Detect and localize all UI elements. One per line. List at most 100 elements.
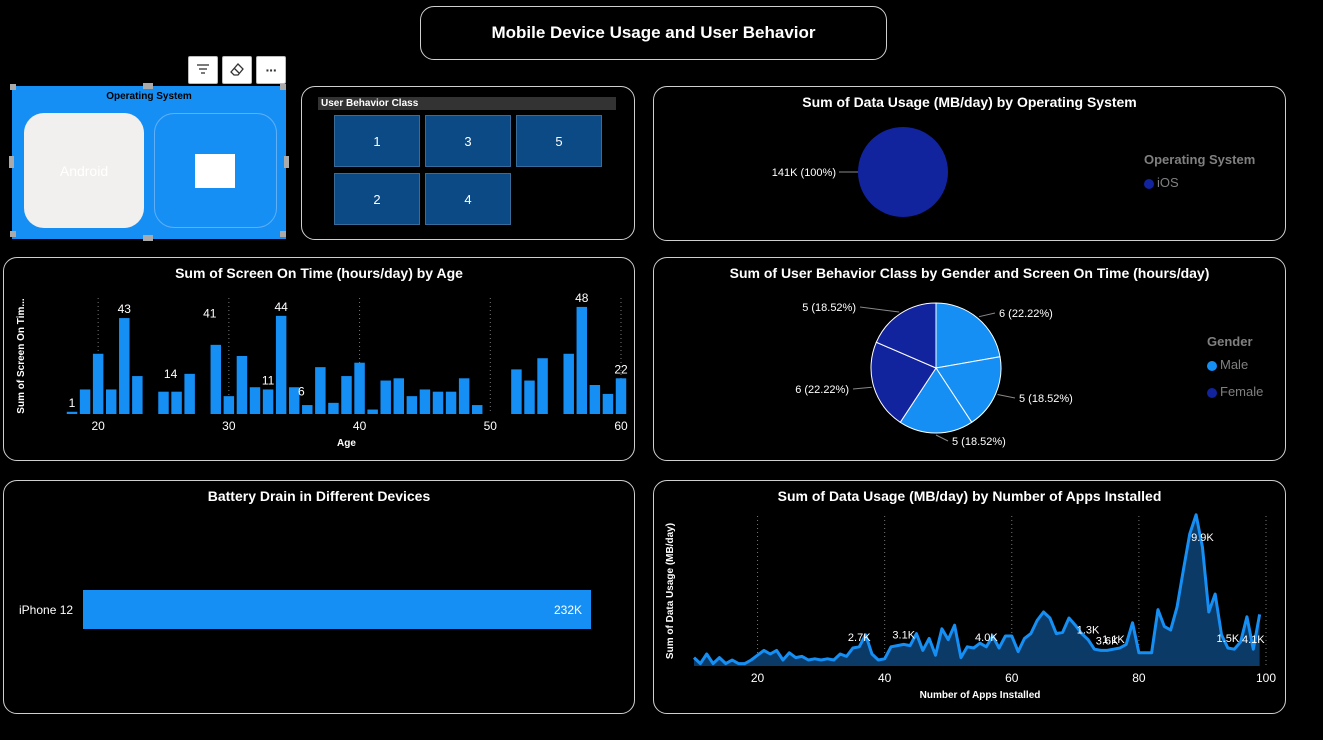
apps-area-chart: 20 40 60 80 1002.7K 3.1K 4.0K1.3K3.6K1.1K9.9K1…: [665, 513, 1276, 701]
data-label: 44: [274, 300, 288, 314]
data-label: 232K: [554, 603, 582, 617]
bar[interactable]: [537, 358, 548, 414]
bar[interactable]: [249, 387, 261, 414]
bar[interactable]: [66, 411, 78, 414]
bar[interactable]: [563, 353, 574, 414]
behavior-option-label: 4: [464, 191, 472, 207]
data-label: 1.5K: [1217, 633, 1240, 645]
os-option-android[interactable]: Android: [24, 113, 144, 228]
bar[interactable]: [315, 367, 326, 414]
filter-icon: [196, 62, 210, 78]
behavior-slicer-card: User Behavior Class 1 3 5 2 4: [301, 86, 635, 240]
x-axis-title: Age: [337, 438, 356, 449]
legend-item-ios[interactable]: iOS: [1144, 175, 1179, 190]
bar[interactable]: [132, 376, 143, 414]
legend-item-female[interactable]: Female: [1207, 384, 1263, 399]
bar[interactable]: [210, 344, 222, 414]
data-label: 6 (22.22%): [795, 384, 849, 396]
bar[interactable]: [328, 402, 339, 414]
behavior-slicer-title: User Behavior Class: [321, 98, 419, 109]
bar[interactable]: [223, 396, 235, 414]
behavior-option-1[interactable]: 1: [334, 115, 420, 167]
filter-button[interactable]: [188, 56, 218, 84]
bar[interactable]: [171, 391, 182, 414]
os-slicer: Operating System Android: [9, 83, 289, 241]
bar[interactable]: [354, 362, 365, 414]
behavior-option-label: 5: [555, 133, 563, 149]
resize-handle[interactable]: [143, 235, 153, 241]
legend-label: Male: [1220, 357, 1249, 372]
behavior-option-label: 3: [464, 133, 472, 149]
bar[interactable]: [419, 389, 431, 414]
x-tick-label: 60: [1005, 671, 1019, 685]
bar[interactable]: [79, 389, 91, 414]
more-options-button[interactable]: ···: [256, 56, 286, 84]
behavior-option-5[interactable]: 5: [516, 115, 602, 167]
bar[interactable]: [471, 405, 483, 414]
data-label: 6: [298, 385, 305, 399]
bar[interactable]: [262, 389, 274, 414]
bar[interactable]: [445, 391, 457, 414]
bar[interactable]: [393, 378, 405, 414]
x-tick-label: 60: [614, 419, 628, 433]
bar[interactable]: [367, 409, 378, 414]
data-label: 1.1K: [1102, 634, 1125, 646]
legend-item-male[interactable]: Male: [1207, 357, 1248, 372]
bar[interactable]: [92, 353, 104, 414]
data-label: 48: [575, 291, 589, 305]
bar[interactable]: [119, 318, 130, 414]
gender-legend-title: Gender: [1207, 334, 1253, 349]
data-label: 14: [164, 367, 178, 381]
resize-handle[interactable]: [280, 84, 286, 90]
bar[interactable]: [458, 378, 470, 414]
battery-bar-card: Battery Drain in Different Devices iPhon…: [3, 480, 635, 714]
data-label: 11: [262, 373, 275, 387]
pie-data-label: 141K (100%): [772, 167, 836, 179]
x-tick-label: 20: [91, 419, 105, 433]
bar[interactable]: [184, 373, 195, 414]
age-bar-chart: 20 30 40 50 60 1 43 11 44 48 22 14 41 6 Age Sum of Scre…: [16, 291, 628, 449]
resize-handle[interactable]: [9, 156, 14, 168]
bar[interactable]: [511, 369, 522, 414]
bar[interactable]: [602, 393, 614, 414]
pie-slice-ios[interactable]: [858, 127, 948, 217]
bar[interactable]: [302, 405, 313, 414]
bar[interactable]: [380, 380, 391, 414]
leader-line: [859, 306, 900, 313]
bar[interactable]: [275, 315, 287, 414]
data-label: 9.9K: [1191, 532, 1214, 544]
gender-pie-card: Sum of User Behavior Class by Gender and…: [653, 257, 1286, 461]
legend-marker: [1144, 178, 1154, 189]
x-tick-label: 40: [353, 419, 367, 433]
resize-handle[interactable]: [280, 231, 286, 237]
bar[interactable]: [341, 376, 352, 414]
bar[interactable]: [432, 391, 444, 414]
behavior-option-2[interactable]: 2: [334, 173, 420, 225]
legend-marker: [1207, 387, 1217, 398]
resize-handle[interactable]: [143, 83, 153, 89]
bar[interactable]: [105, 389, 117, 414]
bar[interactable]: [406, 396, 418, 414]
clear-selections-button[interactable]: [222, 56, 252, 84]
data-label: 6 (22.22%): [999, 308, 1053, 320]
bar[interactable]: [236, 356, 248, 414]
x-axis-title: Number of Apps Installed: [920, 690, 1041, 701]
bar[interactable]: [158, 391, 169, 414]
bar[interactable]: [524, 380, 535, 414]
bar[interactable]: [589, 385, 601, 414]
behavior-option-4[interactable]: 4: [425, 173, 511, 225]
behavior-option-3[interactable]: 3: [425, 115, 511, 167]
gender-pie-chart: 6 (22.22%) 5 (18.52%) 5 (18.52%) 6 (22.22%)…: [795, 302, 1073, 448]
legend-label: iOS: [1157, 175, 1179, 190]
resize-handle[interactable]: [284, 156, 289, 168]
data-label: 43: [118, 302, 132, 316]
behavior-option-label: 2: [373, 191, 381, 207]
resize-handle[interactable]: [10, 231, 16, 237]
bar[interactable]: [576, 306, 588, 414]
leader-line: [978, 312, 996, 318]
os-option-ios[interactable]: [154, 113, 277, 228]
resize-handle[interactable]: [10, 84, 16, 90]
bar[interactable]: [615, 378, 627, 414]
eraser-icon: [229, 62, 245, 79]
bar-iphone-12[interactable]: [83, 590, 591, 629]
